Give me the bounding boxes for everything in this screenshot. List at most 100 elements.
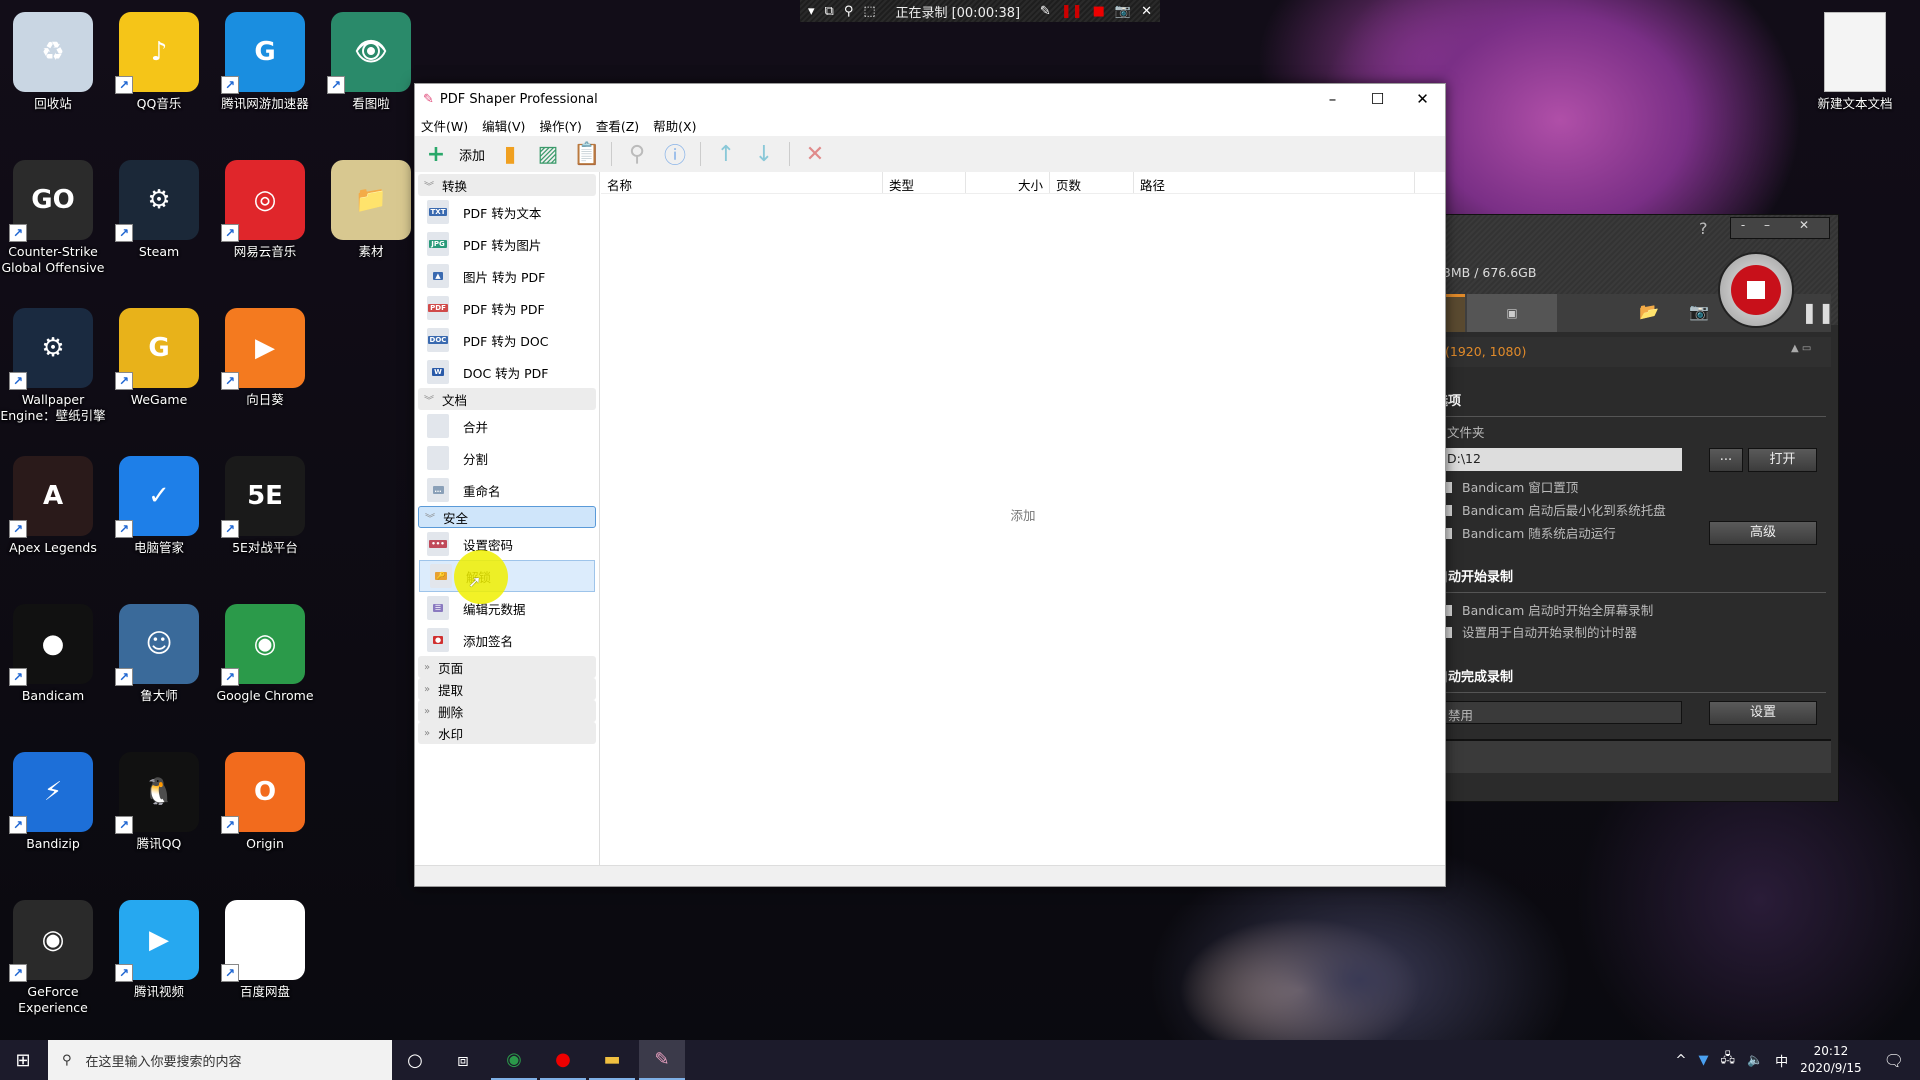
sidebar-group-3[interactable]: » 页面 bbox=[418, 656, 596, 678]
desktop-icon-app-0[interactable]: ♻ 回收站 bbox=[0, 12, 106, 112]
add-folder-icon[interactable]: ▮ bbox=[497, 142, 523, 167]
pc-manager-tray-icon[interactable]: ▼ bbox=[1698, 1053, 1708, 1068]
maximize-button[interactable]: ☐ bbox=[1355, 84, 1400, 114]
info-icon[interactable]: ⓘ bbox=[662, 138, 688, 170]
ime-indicator[interactable]: 中 bbox=[1775, 1051, 1788, 1070]
region-icon[interactable]: ⬚ bbox=[863, 4, 875, 19]
camera-icon[interactable]: 📷 bbox=[1689, 302, 1709, 321]
add-image-icon[interactable]: ▨ bbox=[535, 142, 561, 167]
empty-list-hint[interactable]: 添加 bbox=[1010, 505, 1035, 524]
desktop-icon-apex-legends[interactable]: A ↗ Apex Legends bbox=[0, 456, 106, 556]
sidebar-group-0[interactable]: ︾ 转换 bbox=[418, 174, 596, 196]
desktop-icon-5e[interactable]: 5E ↗ 5E对战平台 bbox=[212, 456, 318, 556]
sidebar-group-2[interactable]: ︾ 安全 bbox=[418, 506, 596, 528]
sidebar-group-5[interactable]: » 删除 bbox=[418, 700, 596, 722]
desktop-icon-app-22[interactable]: 📁 素材 bbox=[318, 160, 424, 260]
checkbox-run-on-startup[interactable]: Bandicam 随系统启动运行 bbox=[1441, 523, 1616, 542]
advanced-button[interactable]: 高级 bbox=[1709, 521, 1817, 545]
menu-action[interactable]: 操作(Y) bbox=[539, 116, 581, 135]
open-folder-button[interactable]: 打开 bbox=[1748, 448, 1817, 472]
task-view-icon[interactable]: ⧈ bbox=[440, 1040, 486, 1080]
desktop-icon-origin[interactable]: O ↗ Origin bbox=[212, 752, 318, 852]
checkbox-always-on-top[interactable]: Bandicam 窗口置顶 bbox=[1441, 477, 1578, 496]
sidebar-group-4[interactable]: » 提取 bbox=[418, 678, 596, 700]
taskbar-search[interactable]: ⚲ 在这里输入你要搜索的内容 bbox=[48, 1040, 392, 1080]
column-path[interactable]: 路径 bbox=[1134, 172, 1415, 193]
close-button[interactable]: ✕ bbox=[1400, 84, 1445, 114]
checkbox-minimize-to-tray[interactable]: Bandicam 启动后最小化到系统托盘 bbox=[1441, 500, 1666, 519]
desktop-icon-wallpaper-engine[interactable]: ⚙ ↗ Wallpaper Engine：壁纸引擎 bbox=[0, 308, 106, 424]
sidebar-group-1[interactable]: ︾ 文档 bbox=[418, 388, 596, 410]
sidebar-item[interactable]: W DOC 转为 PDF bbox=[417, 356, 597, 388]
column-name[interactable]: 名称 bbox=[601, 172, 883, 193]
close-icon[interactable]: ✕ bbox=[1141, 4, 1152, 19]
desktop-icon-new-text-doc[interactable]: 新建文本文档 bbox=[1802, 12, 1908, 112]
sidebar-item[interactable]: ☰ 编辑元数据 bbox=[417, 592, 597, 624]
sidebar-item[interactable]: 合并 bbox=[417, 410, 597, 442]
sidebar-item[interactable]: TXT PDF 转为文本 bbox=[417, 196, 597, 228]
help-button[interactable]: ? bbox=[1699, 219, 1708, 238]
pause-icon[interactable]: ❚❚ bbox=[1801, 300, 1835, 324]
chrome-icon[interactable]: ◉ bbox=[491, 1040, 537, 1080]
move-up-icon[interactable]: ↑ bbox=[713, 142, 739, 167]
mini-mode-button[interactable]: - bbox=[1731, 218, 1755, 238]
close-button[interactable]: ✕ bbox=[1779, 218, 1829, 238]
minimize-button[interactable]: – bbox=[1755, 218, 1779, 238]
column-size[interactable]: 大小 bbox=[966, 172, 1050, 193]
move-down-icon[interactable]: ↓ bbox=[751, 142, 777, 167]
sidebar-item[interactable]: JPG PDF 转为图片 bbox=[417, 228, 597, 260]
browse-button[interactable]: ... bbox=[1709, 448, 1743, 472]
pause-icon[interactable]: ❚❚ bbox=[1061, 4, 1083, 19]
column-pages[interactable]: 页数 bbox=[1050, 172, 1134, 193]
sidebar-item[interactable]: ▲ 图片 转为 PDF bbox=[417, 260, 597, 292]
pdf-shaper-icon[interactable]: ✎ bbox=[639, 1040, 685, 1080]
remove-icon[interactable]: ✕ bbox=[802, 142, 828, 167]
folder-icon[interactable]: 📂 bbox=[1639, 302, 1659, 321]
desktop-icon-app-13[interactable]: ▶ ↗ 腾讯视频 bbox=[106, 900, 212, 1000]
desktop-icon-app-21[interactable]: 👁 ↗ 看图啦 bbox=[318, 12, 424, 112]
notification-icon[interactable]: 🗨 bbox=[1884, 1051, 1904, 1070]
desktop-icon-qq[interactable]: 🐧 ↗ 腾讯QQ bbox=[106, 752, 212, 852]
show-hidden-icons[interactable]: ^ bbox=[1676, 1053, 1687, 1068]
desktop-icon-app-14[interactable]: G ↗ 腾讯网游加速器 bbox=[212, 12, 318, 112]
paste-icon[interactable]: 📋 bbox=[573, 142, 600, 167]
volume-icon[interactable]: 🔈 bbox=[1747, 1053, 1763, 1068]
collapse-icon[interactable]: ▲ ▭ bbox=[1791, 343, 1811, 354]
desktop-icon-steam[interactable]: ⚙ ↗ Steam bbox=[106, 160, 212, 260]
sidebar-group-6[interactable]: » 水印 bbox=[418, 722, 596, 744]
stop-icon[interactable]: ■ bbox=[1093, 4, 1105, 19]
desktop-icon-app-20[interactable]: ☁ ↗ 百度网盘 bbox=[212, 900, 318, 1000]
add-button[interactable]: + 添加 bbox=[423, 142, 485, 167]
dropdown-icon[interactable]: ▾ bbox=[808, 4, 815, 19]
sidebar-item[interactable]: … 重命名 bbox=[417, 474, 597, 506]
autocomplete-settings-button[interactable]: 设置 bbox=[1709, 701, 1817, 725]
start-button[interactable]: ⊞ bbox=[0, 1040, 46, 1080]
file-explorer-icon[interactable]: ▬ bbox=[589, 1040, 635, 1080]
output-folder-input[interactable]: D:\12 bbox=[1421, 448, 1682, 471]
column-type[interactable]: 类型 bbox=[883, 172, 966, 193]
menu-view[interactable]: 查看(Z) bbox=[596, 116, 639, 135]
pencil-icon[interactable]: ✎ bbox=[1040, 4, 1051, 19]
sidebar-item[interactable]: ● 添加签名 bbox=[417, 624, 597, 656]
minimize-button[interactable]: – bbox=[1310, 84, 1355, 114]
desktop-icon-qq[interactable]: ♪ ↗ QQ音乐 bbox=[106, 12, 212, 112]
desktop-icon-bandicam[interactable]: ● ↗ Bandicam bbox=[0, 604, 106, 704]
desktop-icon-google-chrome[interactable]: ◉ ↗ Google Chrome bbox=[212, 604, 318, 704]
tab-device[interactable]: ▣ bbox=[1467, 294, 1557, 332]
desktop-icon-bandizip[interactable]: ⚡ ↗ Bandizip bbox=[0, 752, 106, 852]
network-icon[interactable]: 🖧 bbox=[1720, 1049, 1735, 1071]
record-stop-button[interactable] bbox=[1718, 252, 1794, 328]
desktop-icon-app-10[interactable]: ✓ ↗ 电脑管家 bbox=[106, 456, 212, 556]
autocomplete-field[interactable]: 禁用 bbox=[1421, 701, 1682, 724]
desktop-icon-counter-strike-global-offensive[interactable]: GO ↗ Counter-Strike Global Offensive bbox=[0, 160, 106, 276]
checkbox-autostart-fullscreen[interactable]: Bandicam 启动时开始全屏幕录制 bbox=[1441, 600, 1653, 619]
camera-icon[interactable]: 📷 bbox=[1115, 4, 1131, 19]
cortana-icon[interactable]: ○ bbox=[392, 1040, 438, 1080]
desktop-icon-geforce-experience[interactable]: ◉ ↗ GeForce Experience bbox=[0, 900, 106, 1016]
menu-edit[interactable]: 编辑(V) bbox=[482, 116, 525, 135]
menu-help[interactable]: 帮助(X) bbox=[653, 116, 696, 135]
sidebar-item[interactable]: DOC PDF 转为 DOC bbox=[417, 324, 597, 356]
sidebar-item[interactable]: PDF PDF 转为 PDF bbox=[417, 292, 597, 324]
desktop-icon-wegame[interactable]: G ↗ WeGame bbox=[106, 308, 212, 408]
bandicam-icon[interactable]: ● bbox=[540, 1040, 586, 1080]
